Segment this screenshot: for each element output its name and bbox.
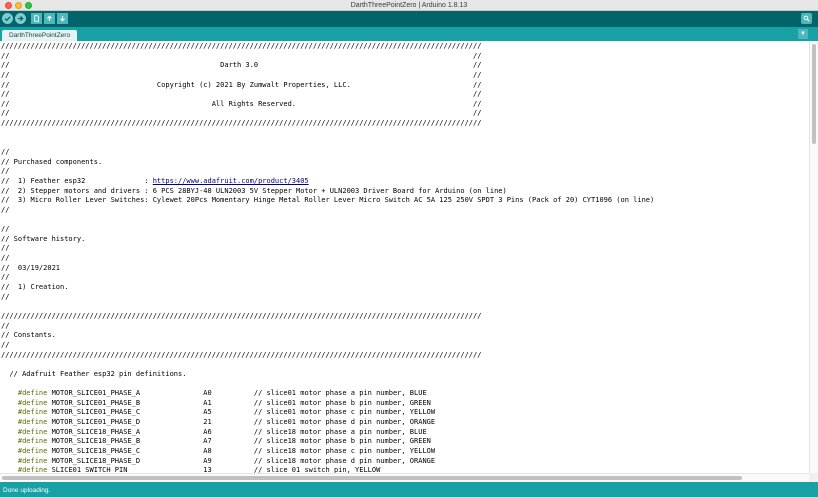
code-line: #define MOTOR_SLICE18_PHASE_B A7 // slic… <box>17 437 431 446</box>
toolbar <box>0 11 818 27</box>
code-line: ////////////////////////////////////////… <box>1 42 482 50</box>
code-line: // 2) Stepper motors and drivers : 6 PCS… <box>1 186 507 195</box>
code-line: // 3) Micro Roller Lever Switches: Cylew… <box>1 196 655 205</box>
tab-darththreepointzero[interactable]: DarthThreePointZero <box>2 30 78 41</box>
code-line: ////////////////////////////////////////… <box>1 311 482 320</box>
code-line: // All Rights Reserved. // <box>1 99 482 108</box>
tab-menu-button[interactable]: ▼ <box>798 29 808 39</box>
code-line: // // <box>1 90 482 99</box>
code-line: #define MOTOR_SLICE18_PHASE_A A6 // slic… <box>17 427 427 436</box>
code-line: // Constants. <box>1 331 56 340</box>
save-sketch-button[interactable] <box>57 13 68 24</box>
tab-bar: DarthThreePointZero ▼ <box>0 27 818 41</box>
horizontal-scrollbar[interactable] <box>0 473 809 482</box>
code-line: // 1) Feather esp32 : https://www.adafru… <box>1 176 309 185</box>
horizontal-scrollbar-thumb[interactable] <box>2 476 742 480</box>
code-line: // <box>1 167 10 176</box>
status-message: Done uploading. <box>3 487 51 494</box>
code-line: // <box>1 205 10 214</box>
verify-button[interactable] <box>2 13 13 24</box>
code-line: #define MOTOR_SLICE01_PHASE_C A5 // slic… <box>17 408 436 417</box>
vertical-scrollbar-thumb[interactable] <box>812 44 816 144</box>
code-line: // // <box>1 109 482 118</box>
window-title: DarthThreePointZero | Arduino 1.8.13 <box>350 2 468 9</box>
code-line: // Copyright (c) 2021 By Zumwalt Propert… <box>1 80 482 89</box>
code-line: #define MOTOR_SLICE01_PHASE_D 21 // slic… <box>17 417 436 426</box>
code-text[interactable]: ////////////////////////////////////////… <box>0 41 809 473</box>
code-line: // Purchased components. <box>1 157 103 166</box>
scrollbar-corner <box>809 473 818 482</box>
code-line: #define MOTOR_SLICE18_PHASE_C A8 // slic… <box>17 446 436 455</box>
code-line: // Adafruit Feather esp32 pin definition… <box>1 369 187 378</box>
code-editor[interactable]: ////////////////////////////////////////… <box>0 41 809 473</box>
code-line: // <box>1 273 10 282</box>
product-link[interactable]: https://www.adafruit.com/product/3405 <box>153 177 309 185</box>
vertical-scrollbar[interactable] <box>809 41 818 473</box>
code-line: // <box>1 340 10 349</box>
code-line: // // <box>1 51 482 60</box>
code-line: // <box>1 225 10 234</box>
code-line: // // <box>1 70 482 79</box>
check-icon <box>4 16 11 22</box>
code-line: #define MOTOR_SLICE01_PHASE_B A1 // slic… <box>17 398 431 407</box>
code-line: // <box>1 292 10 301</box>
code-line: // <box>1 321 10 330</box>
serial-monitor-button[interactable] <box>801 13 812 24</box>
code-line: #define SLICE01_SWITCH_PIN 13 // slice 0… <box>17 466 381 473</box>
code-line: // Darth 3.0 // <box>1 61 482 70</box>
status-bar: Done uploading. <box>0 482 818 497</box>
code-line: // <box>1 254 10 263</box>
code-line: ////////////////////////////////////////… <box>1 350 482 359</box>
chevron-down-icon: ▼ <box>800 31 806 37</box>
arrow-right-icon <box>18 15 24 22</box>
code-line: // <box>1 148 10 157</box>
code-line: // <box>1 244 10 253</box>
new-file-icon <box>34 15 40 22</box>
code-line: ////////////////////////////////////////… <box>1 119 482 128</box>
arduino-ide-window: DarthThreePointZero | Arduino 1.8.13 Dar… <box>0 0 818 497</box>
code-line: #define MOTOR_SLICE18_PHASE_D A9 // slic… <box>17 456 436 465</box>
code-line: // 1) Creation. <box>1 283 69 292</box>
new-sketch-button[interactable] <box>31 13 42 24</box>
code-line: // Software history. <box>1 234 86 243</box>
upload-button[interactable] <box>15 13 26 24</box>
title-bar: DarthThreePointZero | Arduino 1.8.13 <box>0 0 818 11</box>
code-line: // 03/19/2021 <box>1 263 61 272</box>
open-sketch-button[interactable] <box>44 13 55 24</box>
code-line: #define MOTOR_SLICE01_PHASE_A A0 // slic… <box>17 389 427 398</box>
arrow-down-icon <box>60 16 65 22</box>
magnifier-icon <box>803 15 810 22</box>
arrow-up-icon <box>47 15 52 21</box>
